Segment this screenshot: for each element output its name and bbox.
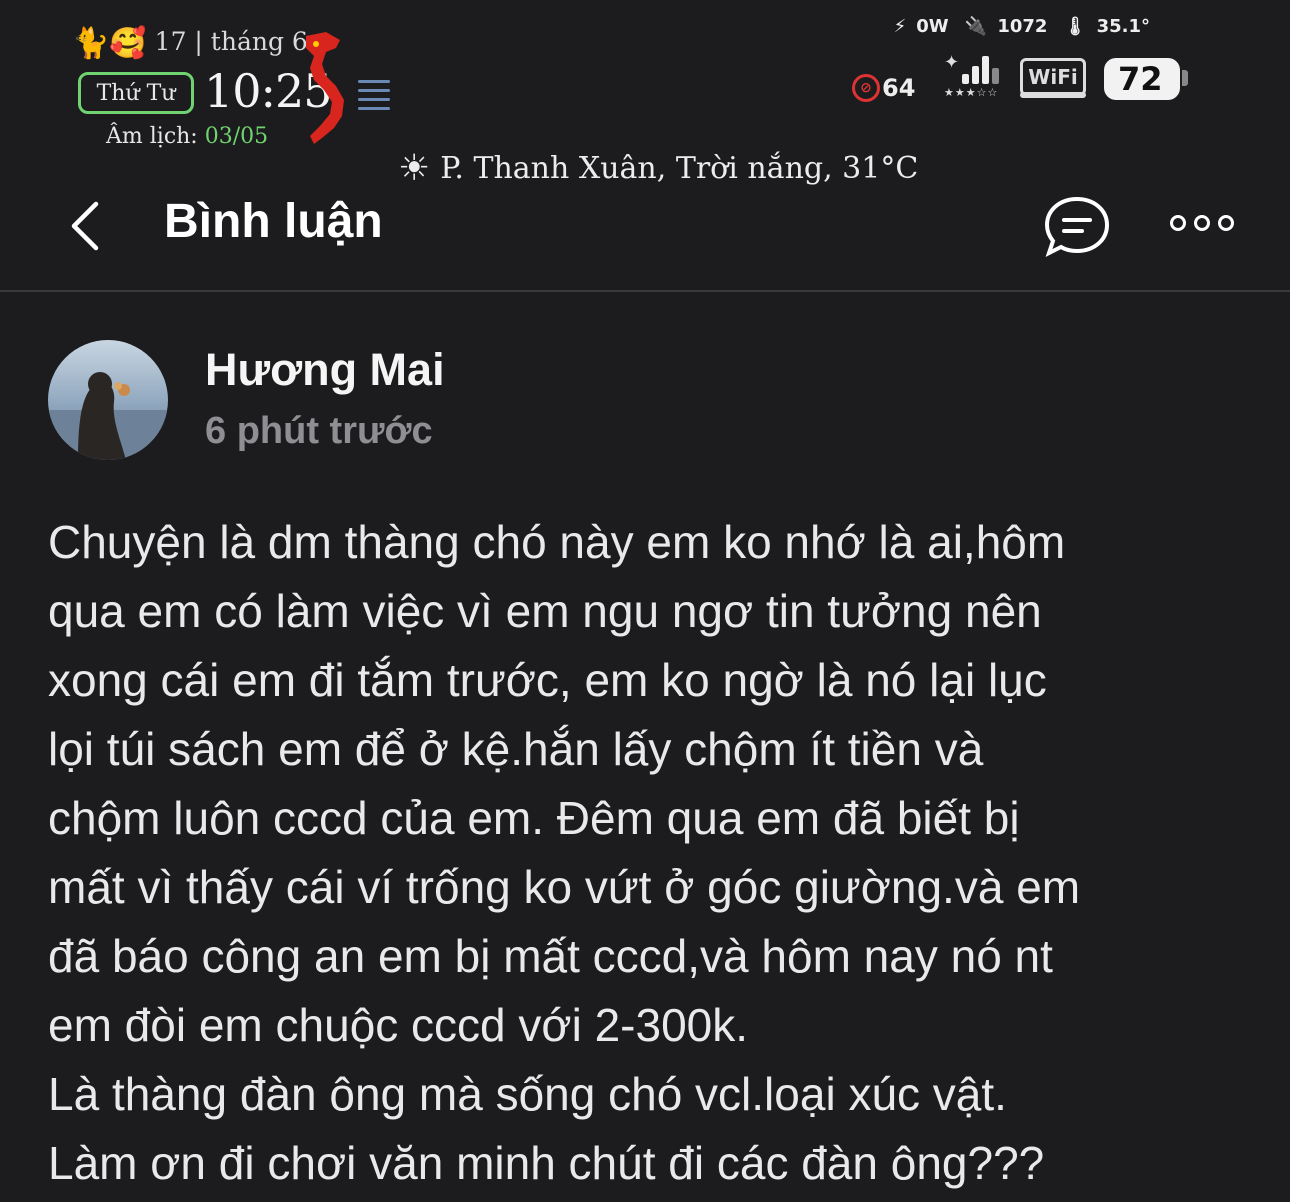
wifi-icon: WiFi	[1020, 58, 1086, 96]
power-stats: ⚡ 0W 🔌 1072 🌡 35.1°	[884, 16, 1150, 37]
weather-widget: ☀ P. Thanh Xuân, Trời nắng, 31°C	[398, 148, 918, 189]
page-title: Bình luận	[164, 195, 383, 248]
cellular-signal-icon: ✦ ★★★☆☆	[944, 48, 1010, 100]
lunar-date: Âm lịch: 03/05	[106, 124, 268, 149]
svg-text:✦: ✦	[944, 52, 959, 73]
navigation-bar: Bình luận	[0, 190, 1290, 290]
tiny-widget-text	[358, 74, 390, 114]
comment-line: em đòi em chuộc cccd với 2-300k.	[48, 999, 749, 1051]
more-options-icon[interactable]	[1170, 208, 1242, 238]
comment-line: Là thàng đàn ông mà sống chó vcl.loại xú…	[48, 1068, 1007, 1120]
signal-stars: ★★★☆☆	[944, 86, 999, 99]
comment-body: Chuyện là dm thàng chó này em ko nhớ là …	[48, 508, 1248, 1198]
sun-icon: ☀	[398, 148, 431, 189]
comment-line: mất vì thấy cái ví trống ko vứt ở góc gi…	[48, 861, 1081, 913]
battery-cap	[1182, 70, 1188, 86]
weather-text: P. Thanh Xuân, Trời nắng, 31°C	[440, 151, 919, 186]
lunar-value: 03/05	[204, 124, 269, 149]
lunar-label: Âm lịch:	[106, 124, 198, 149]
comment-line: đã báo công an em bị mất cccd,và hôm nay…	[48, 930, 1053, 982]
power-value: 0W	[916, 16, 949, 37]
temperature-value: 35.1°	[1096, 16, 1150, 37]
status-date: 🐈🥰 17 | tháng 6	[72, 26, 308, 61]
comment-timestamp: 6 phút trước	[205, 410, 433, 452]
comment-author[interactable]: Hương Mai	[205, 344, 445, 396]
avatar[interactable]	[48, 340, 168, 460]
wifi-strength-bar	[1020, 92, 1086, 98]
thermometer-icon: 🌡	[1063, 16, 1087, 37]
comment-line: Làm ơn đi chơi văn minh chút đi các đàn …	[48, 1137, 1045, 1189]
vietnam-map-icon	[306, 32, 344, 144]
bolt-icon: ⚡	[893, 16, 907, 37]
chat-bubble-icon[interactable]	[1042, 194, 1112, 260]
screen-count: 64	[882, 74, 916, 102]
cat-emoji-icon: 🐈🥰	[72, 26, 147, 61]
comment-line: lọi túi sách em để ở kệ.hắn lấy chộm ít …	[48, 723, 984, 775]
no-phone-icon: ⊘	[852, 74, 880, 102]
battery-icon: 72	[1104, 58, 1180, 100]
weekday-badge: Thứ Tư	[78, 72, 194, 114]
status-bar: 🐈🥰 17 | tháng 6 Thứ Tư 10:25 Âm lịch: 03…	[0, 0, 1290, 190]
back-chevron-icon[interactable]	[66, 200, 114, 252]
screen-time-indicator: ⊘ 64	[852, 74, 915, 102]
comment-line: qua em có làm việc vì em ngu ngơ tin tưở…	[48, 585, 1042, 637]
comment-line: xong cái em đi tắm trước, em ko ngờ là n…	[48, 654, 1047, 706]
date-text: 17 | tháng 6	[154, 27, 308, 56]
voltage-value: 1072	[997, 16, 1048, 37]
plug-icon: 🔌	[964, 16, 988, 37]
comment-line: chộm luôn cccd của em. Đêm qua em đã biế…	[48, 792, 1020, 844]
nav-divider	[0, 290, 1290, 292]
comment-line: Chuyện là dm thàng chó này em ko nhớ là …	[48, 516, 1066, 568]
